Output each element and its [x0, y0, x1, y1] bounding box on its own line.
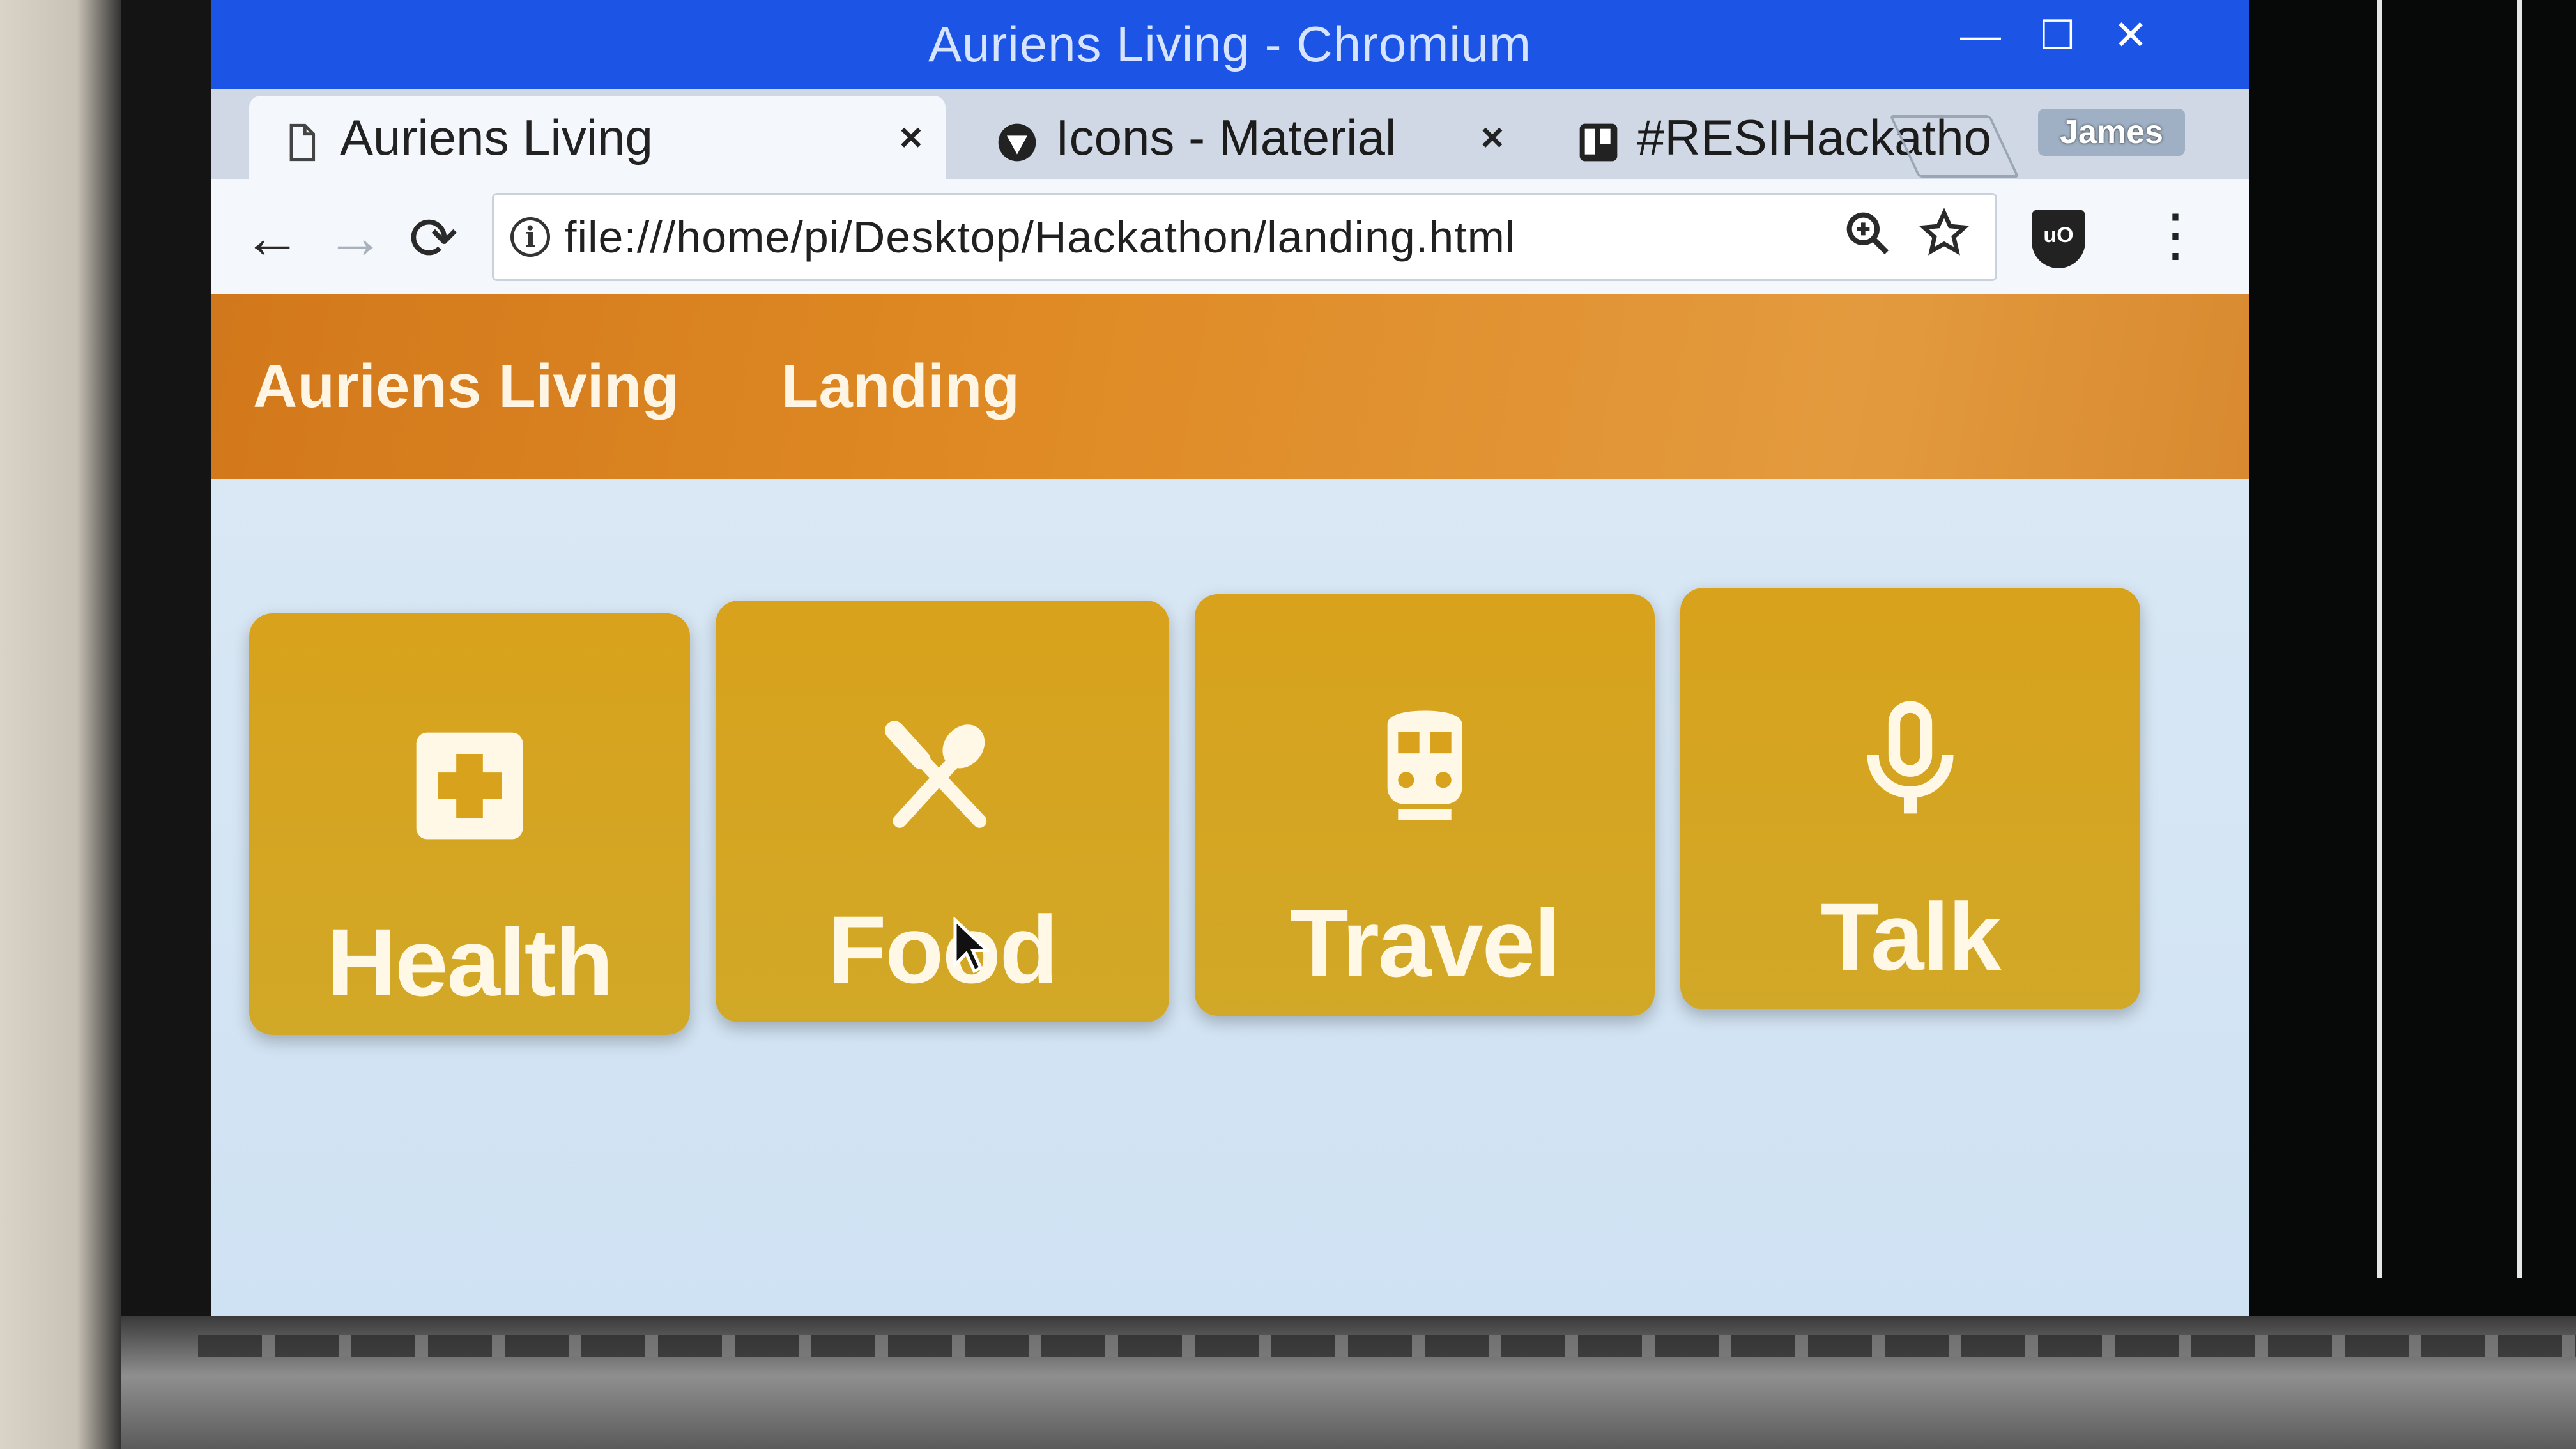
close-tab-icon[interactable]: × [1481, 115, 1504, 160]
material-icon [997, 117, 1038, 162]
browser-menu-button[interactable]: ⋮ [2147, 202, 2204, 269]
window-edge-line [2377, 0, 2382, 1278]
url-text[interactable]: file:///home/pi/Desktop/Hackathon/landin… [564, 211, 1516, 263]
tab-resihackathon[interactable]: #RESIHackatho × [1540, 96, 2102, 179]
page-icon [281, 117, 322, 162]
browser-window: Auriens Living - Chromium — ☐ ✕ Auriens … [211, 0, 2249, 1316]
window-title: Auriens Living - Chromium [928, 16, 1531, 72]
tile-food[interactable]: Food [716, 601, 1169, 1022]
close-window-button[interactable]: ✕ [2105, 12, 2156, 59]
zoom-icon[interactable] [1842, 208, 1893, 271]
monitor-bezel-left [121, 0, 211, 1449]
tile-grid: Health Food Travel Talk [249, 588, 2211, 1035]
tile-health[interactable]: Health [249, 613, 690, 1035]
tile-travel[interactable]: Travel [1195, 594, 1655, 1016]
star-icon[interactable] [1919, 208, 1970, 271]
window-edge-line [2517, 0, 2522, 1278]
trello-icon [1578, 117, 1619, 162]
page-content: Auriens Living Landing Health Food Trave… [211, 294, 2249, 1316]
brand-link[interactable]: Auriens Living [253, 351, 679, 422]
mouse-cursor-icon [952, 916, 992, 974]
close-tab-icon[interactable]: × [900, 115, 923, 160]
forward-button[interactable]: → [326, 204, 385, 272]
microphone-icon [1846, 696, 1974, 824]
monitor-bezel-bottom [121, 1316, 2576, 1449]
tile-label: Food [827, 896, 1059, 1003]
photo-background-left [0, 0, 128, 1449]
tab-strip: Auriens Living × Icons - Material × #RES… [211, 89, 2249, 179]
back-button[interactable]: ← [243, 204, 302, 272]
tab-label: Auriens Living [340, 109, 653, 165]
bezel-texture [198, 1335, 2576, 1357]
tab-label: Icons - Material [1055, 109, 1397, 165]
minimize-button[interactable]: — [1955, 12, 2006, 59]
reload-button[interactable]: ⟳ [409, 204, 458, 273]
maximize-button[interactable]: ☐ [2032, 12, 2083, 59]
tile-label: Health [326, 908, 613, 1016]
tab-icons-material[interactable]: Icons - Material × [965, 96, 1527, 179]
tile-talk[interactable]: Talk [1680, 588, 2140, 1009]
restaurant-icon [878, 709, 1006, 837]
desktop-dark-area [2249, 0, 2576, 1316]
tile-label: Travel [1290, 889, 1561, 997]
ublock-extension-icon[interactable]: uO [2032, 210, 2085, 268]
browser-toolbar: ← → ⟳ i file:///home/pi/Desktop/Hackatho… [211, 179, 2249, 294]
tab-auriens-living[interactable]: Auriens Living × [249, 96, 946, 179]
tile-label: Talk [1820, 883, 2001, 990]
profile-badge[interactable]: James [2038, 109, 2185, 156]
train-icon [1361, 703, 1489, 831]
health-cross-icon [406, 722, 533, 850]
address-bar[interactable]: i file:///home/pi/Desktop/Hackathon/land… [492, 193, 1997, 281]
nav-link-landing[interactable]: Landing [781, 351, 1020, 422]
site-info-icon[interactable]: i [510, 217, 550, 257]
app-navbar: Auriens Living Landing [211, 294, 2249, 479]
